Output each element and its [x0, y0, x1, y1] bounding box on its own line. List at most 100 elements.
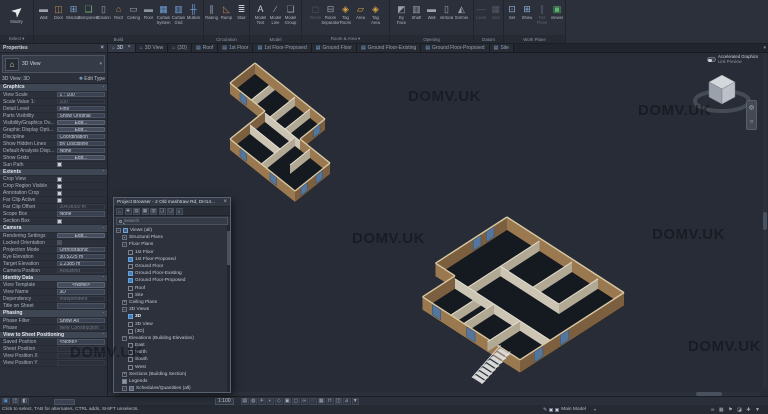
shaft-button[interactable]: ▥Shaft [409, 2, 424, 21]
highlight-sets-icon[interactable]: ▼ [352, 398, 360, 406]
zoom-icon[interactable]: ○ [750, 119, 754, 125]
browser-scrollbar-thumb[interactable] [227, 231, 230, 265]
close-tab-icon[interactable]: × [127, 45, 130, 51]
sun-path-checkbox[interactable] [57, 162, 62, 167]
title-on-sheet-value[interactable] [57, 303, 105, 309]
ribbon-group-label-opening[interactable]: Opening [390, 35, 473, 43]
workset-checkbox-2[interactable] [555, 408, 559, 412]
phase-filter-value[interactable]: Show All [57, 318, 105, 324]
tab-ground-floor[interactable]: ▤Ground Floor [312, 44, 357, 52]
tree-item-schedules-quantities-all[interactable]: −Schedules/Quantities (all) [114, 385, 230, 392]
area-button[interactable]: ▱Area [353, 2, 368, 21]
roof-button[interactable]: ⌂Roof [111, 2, 126, 21]
tree-item-3d-views[interactable]: −3D Views [114, 306, 230, 313]
close-project-browser-icon[interactable]: × [221, 199, 227, 205]
room-separator-button[interactable]: ⊟Room Separator [323, 2, 338, 25]
tree-item-legends[interactable]: Legends [114, 378, 230, 385]
home-icon[interactable]: ⌂ [116, 208, 123, 215]
temporary-view-properties-icon[interactable]: ▦ [318, 398, 326, 406]
model-group-button[interactable]: ❏Model Group [283, 2, 298, 25]
viewer-button[interactable]: ▣Viewer [550, 2, 565, 21]
collapse-icon[interactable]: − [122, 386, 127, 391]
pin-icon[interactable]: ✚ [125, 208, 132, 215]
tree-item-1st-floor-proposed[interactable]: 1st Floor-Proposed [114, 256, 230, 263]
railing-button[interactable]: ∥Railing [204, 2, 219, 21]
tree-item-east[interactable]: East [114, 342, 230, 349]
collapse-icon[interactable]: − [122, 336, 127, 341]
model-text-button[interactable]: AModel Text [253, 2, 268, 25]
tab-1st-floor-proposed[interactable]: ▤1st Floor-Proposed [253, 44, 311, 52]
tree-item-structural-plans[interactable]: +Structural Plans [114, 234, 230, 241]
tree-item-west[interactable]: West [114, 364, 230, 371]
tab-1st-floor[interactable]: ▤1st Floor [218, 44, 253, 52]
collapse-icon[interactable]: − [122, 307, 127, 312]
ribbon-group-label-circulation[interactable]: Circulation [204, 35, 249, 43]
section-box-checkbox[interactable] [57, 219, 62, 224]
section-extents[interactable]: Extentsˆ [0, 169, 107, 177]
sheets-icon[interactable]: ▦ [142, 208, 149, 215]
tab-roof[interactable]: ▤Roof [192, 44, 218, 52]
collapse-icon[interactable]: − [116, 228, 121, 233]
select-pinned-icon[interactable]: ⚑ [728, 407, 732, 413]
tree-item-3d[interactable]: {3D} [114, 328, 230, 335]
ribbon-group-label-select[interactable]: Select ▾ [0, 35, 33, 43]
scale-button[interactable]: 1:100 [215, 398, 234, 406]
section-view-to-sheet-positioning[interactable]: View to Sheet Positioningˆ [0, 332, 107, 340]
tree-item-ground-floor-existing[interactable]: Ground Floor-Existing [114, 270, 230, 277]
tree-item-3d[interactable]: 3D [114, 313, 230, 320]
tab-3d[interactable]: ⌂{3D} [168, 44, 192, 52]
wall-button[interactable]: ▬Wall [424, 2, 439, 21]
tab-ground-floor-existing[interactable]: ▤Ground Floor-Existing [357, 44, 421, 52]
visibility-graphics-ov-value[interactable]: Edit... [57, 120, 105, 126]
workset-checkbox-1[interactable] [549, 408, 553, 412]
curtain-grid-button[interactable]: ▥Curtain Grid [171, 2, 186, 25]
select-underlay-icon[interactable]: ▦ [719, 407, 724, 413]
column-button[interactable]: ▯Column [96, 2, 111, 21]
model-line-button[interactable]: ∕Model Line [268, 2, 283, 25]
crop-view-checkbox[interactable] [57, 177, 62, 182]
modify-button[interactable]: ➤Modify [2, 2, 32, 25]
scope-box-value[interactable]: None [57, 211, 105, 217]
view-template-value[interactable]: <None> [57, 282, 105, 288]
curtain-system-button[interactable]: ▦Curtain System [156, 2, 171, 25]
tree-item-south[interactable]: South [114, 356, 230, 363]
wall-button[interactable]: ▬Wall [36, 2, 51, 21]
tree-item-elevations-building-elevation[interactable]: −Elevations (Building Elevation) [114, 335, 230, 342]
door-button[interactable]: ◫Door [51, 2, 66, 21]
bottom-left-button[interactable] [54, 399, 75, 405]
crop-region-visible-checkbox[interactable] [57, 184, 62, 189]
ribbon-group-label-build[interactable]: Build [34, 35, 203, 43]
detail-level-value[interactable]: Fine [57, 106, 105, 112]
stair-button[interactable]: ≣Stair [234, 2, 249, 21]
saved-position-value[interactable]: <None> [57, 339, 105, 345]
dormer-button[interactable]: ◭Dormer [454, 2, 469, 21]
tree-item-sections-building-section[interactable]: +Sections (Building Section) [114, 371, 230, 378]
show-grids-value[interactable]: Edit... [57, 155, 105, 161]
detail-level-icon[interactable]: ▤ [241, 398, 249, 406]
crop-view-icon[interactable]: ▣ [284, 398, 292, 406]
tree-item-views-all[interactable]: −Views (all) [114, 227, 230, 234]
show-rendering-icon[interactable]: ◇ [275, 398, 283, 406]
ribbon-group-label-datum[interactable]: Datum [474, 35, 503, 43]
project-browser-titlebar[interactable]: Project Browser - 2 Old mashtraw Rd, DH1… [114, 198, 230, 207]
vertical-scrollbar-thumb[interactable] [763, 212, 767, 230]
worksharing-display-icon[interactable]: ◫ [335, 398, 343, 406]
tree-item-north[interactable]: North [114, 349, 230, 356]
tag-room-button[interactable]: ◈Tag Room [338, 2, 353, 25]
set-button[interactable]: ⊡Set [505, 2, 520, 21]
show-button[interactable]: ⊞Show [520, 2, 535, 21]
select-links-icon[interactable]: ∞ [711, 407, 715, 413]
expand-icon[interactable]: + [122, 372, 127, 377]
shadows-icon[interactable]: ◐ [267, 398, 275, 406]
ramp-button[interactable]: ◺Ramp [219, 2, 234, 21]
viewcube[interactable] [690, 61, 754, 119]
expand-icon[interactable]: + [122, 235, 127, 240]
views-filter-icon[interactable]: ▤ [133, 208, 140, 215]
tab-3d[interactable]: ⌂3D× [108, 44, 136, 52]
close-properties-icon[interactable]: × [100, 45, 104, 51]
groups-icon[interactable]: ❏ [167, 208, 174, 215]
floor-button[interactable]: ▬Floor [141, 2, 156, 21]
tab-site[interactable]: ▤Site [490, 44, 514, 52]
tree-item-ground-floor-proposed[interactable]: Ground Floor-Proposed [114, 277, 230, 284]
vertical-scrollbar[interactable] [763, 53, 767, 388]
